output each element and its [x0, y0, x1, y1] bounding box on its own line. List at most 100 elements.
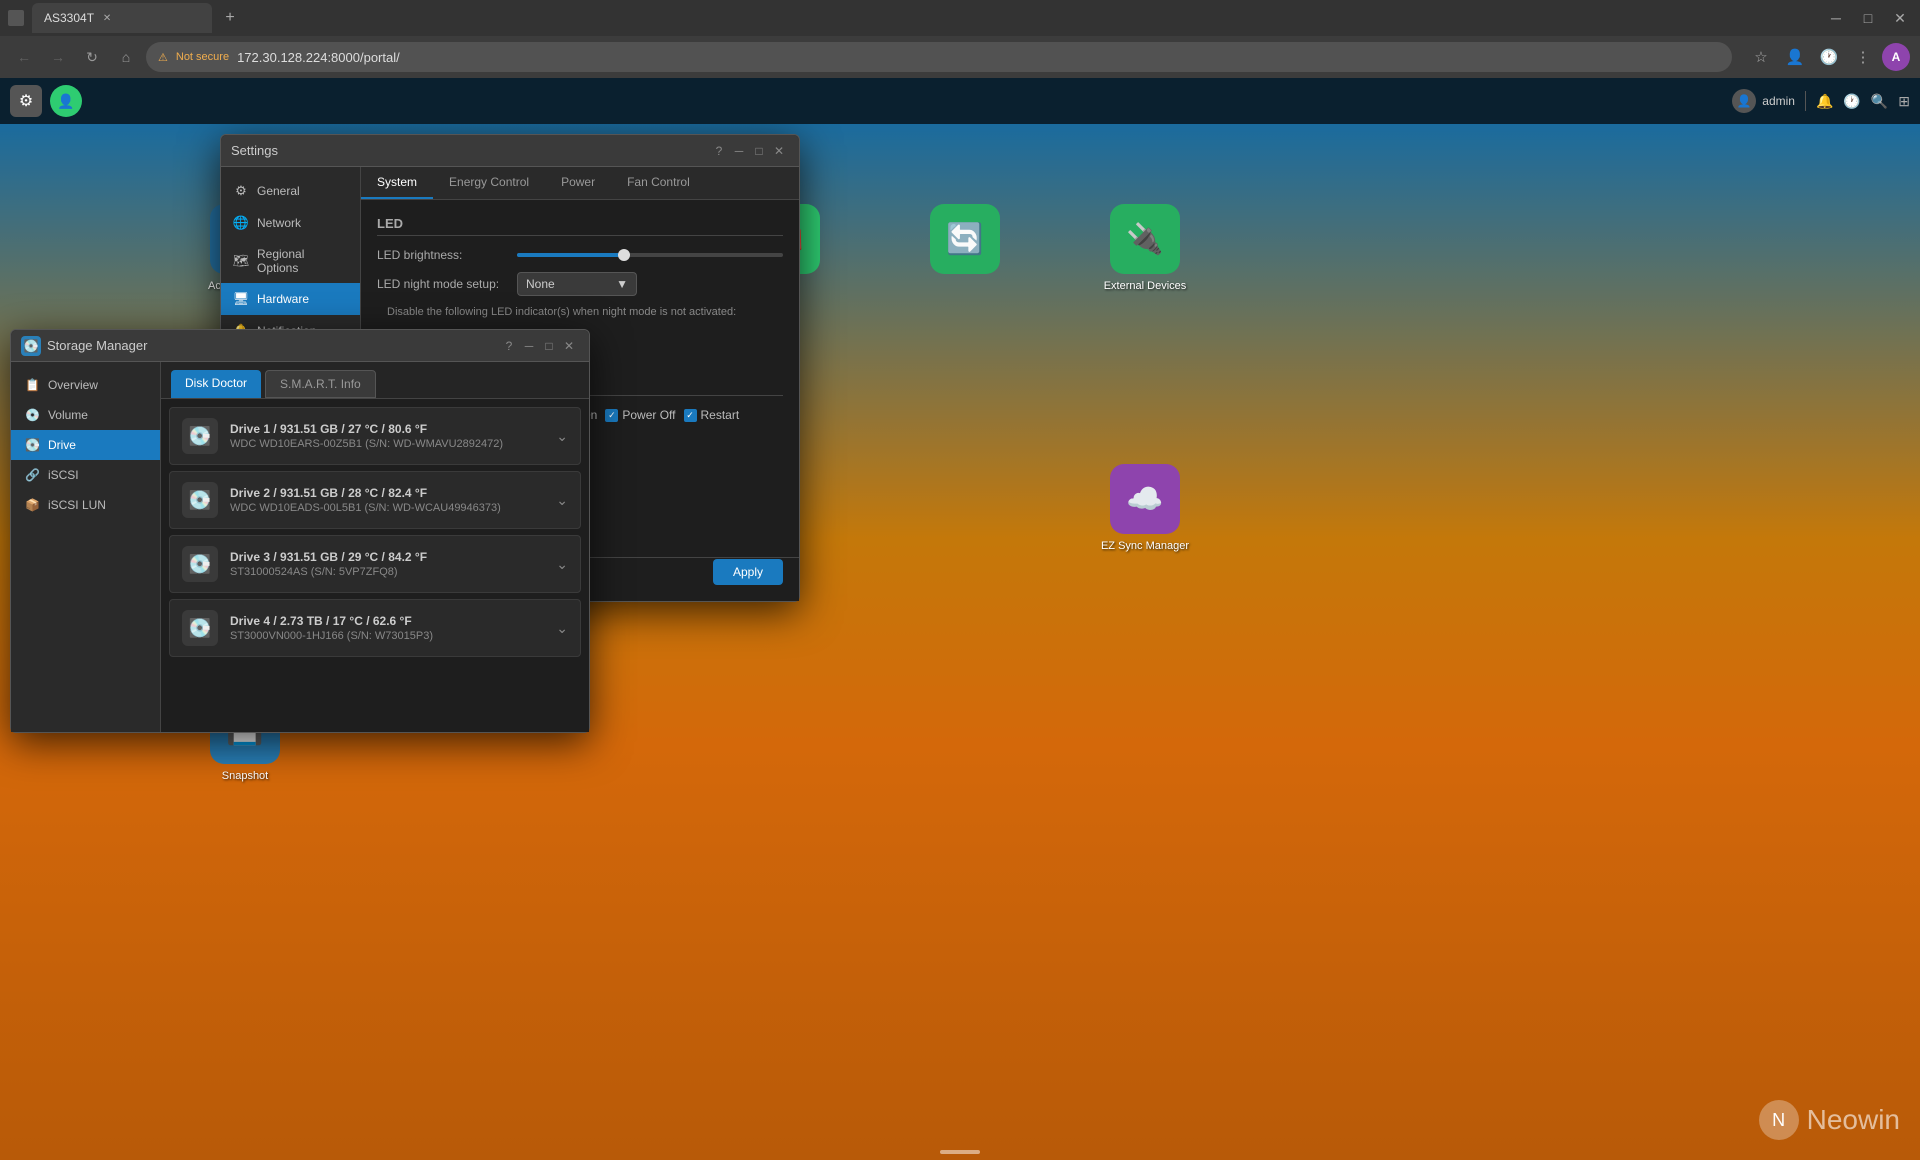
drive-1-icon: 💽 — [182, 418, 218, 454]
led-night-mode-value: None — [526, 277, 555, 291]
settings-restore-btn[interactable]: □ — [749, 141, 769, 161]
page-indicator — [940, 1150, 980, 1154]
storage-close-btn[interactable]: ✕ — [559, 336, 579, 356]
window-controls: ─ □ ✕ — [1824, 6, 1912, 30]
slider-fill — [517, 253, 623, 257]
tab-system[interactable]: System — [361, 167, 433, 199]
led-hint-text: Disable the following LED indicator(s) w… — [387, 306, 783, 318]
drive-4-expand-btn[interactable]: ⌄ — [556, 620, 568, 637]
dropdown-chevron-icon: ▼ — [616, 277, 628, 291]
volume-label: Volume — [48, 408, 88, 422]
tab-fan-control[interactable]: Fan Control — [611, 167, 706, 199]
nas-settings-icon[interactable]: ⚙ — [10, 85, 42, 117]
regional-label: Regional Options — [257, 247, 348, 275]
led-brightness-label: LED brightness: — [377, 248, 507, 262]
iscsi-icon: 🔗 — [25, 468, 40, 482]
lock-icon: ⚠ — [158, 51, 168, 64]
back-button[interactable]: ← — [10, 43, 38, 71]
hardware-label: Hardware — [257, 292, 309, 306]
minimize-btn[interactable]: ─ — [1824, 6, 1848, 30]
drive-item-2: 💽 Drive 2 / 931.51 GB / 28 °C / 82.4 °F … — [169, 471, 581, 529]
storage-minimize-btn[interactable]: ─ — [519, 336, 539, 356]
settings-help-btn[interactable]: ? — [709, 141, 729, 161]
settings-icon[interactable]: ⋮ — [1848, 42, 1878, 72]
led-night-mode-dropdown[interactable]: None ▼ — [517, 272, 637, 296]
settings-minimize-btn[interactable]: ─ — [729, 141, 749, 161]
browser-tab-close-btn[interactable]: ✕ — [100, 11, 114, 25]
browser-actions: ☆ 👤 🕐 ⋮ A — [1746, 42, 1910, 72]
browser-tab[interactable]: AS3304T ✕ — [32, 3, 212, 33]
new-tab-button[interactable]: + — [216, 4, 244, 32]
storage-help-btn[interactable]: ? — [499, 336, 519, 356]
settings-titlebar: Settings ? ─ □ ✕ — [221, 135, 799, 167]
nas-search-icon[interactable]: 🔍 — [1871, 93, 1888, 110]
led-brightness-slider[interactable] — [517, 253, 783, 257]
sidebar-item-network[interactable]: 🌐 Network — [221, 207, 360, 239]
buzzer-restart-box[interactable]: ✓ — [684, 409, 697, 422]
network-icon: 🌐 — [233, 215, 249, 231]
led-section-title: LED — [377, 216, 783, 236]
neowin-text: Neowin — [1807, 1104, 1900, 1136]
slider-thumb[interactable] — [618, 249, 630, 261]
bookmark-icon[interactable]: ☆ — [1746, 42, 1776, 72]
profile-icon[interactable]: 👤 — [1780, 42, 1810, 72]
settings-close-btn[interactable]: ✕ — [769, 141, 789, 161]
url-display[interactable]: 172.30.128.224:8000/portal/ — [237, 50, 1720, 65]
storage-sidebar-overview[interactable]: 📋 Overview — [11, 370, 160, 400]
storage-sidebar-iscsi[interactable]: 🔗 iSCSI — [11, 460, 160, 490]
nas-notifications-icon[interactable]: 🔔 — [1816, 93, 1833, 110]
nas-user-icon[interactable]: 👤 — [50, 85, 82, 117]
refresh-button[interactable]: ↻ — [78, 43, 106, 71]
storage-restore-btn[interactable]: □ — [539, 336, 559, 356]
tab-power[interactable]: Power — [545, 167, 611, 199]
desktop-icon-ez-sync[interactable]: ☁️ EZ Sync Manager — [1100, 464, 1190, 552]
maximize-btn[interactable]: □ — [1856, 6, 1880, 30]
drive-3-subtitle: ST31000524AS (S/N: 5VP7ZFQ8) — [230, 566, 544, 578]
ez-sync-label: EZ Sync Manager — [1101, 540, 1189, 552]
address-bar[interactable]: ⚠ Not secure 172.30.128.224:8000/portal/ — [146, 42, 1732, 72]
drive-item-3: 💽 Drive 3 / 931.51 GB / 29 °C / 84.2 °F … — [169, 535, 581, 593]
storage-sidebar-drive[interactable]: 💽 Drive — [11, 430, 160, 460]
buzzer-restart-label: Restart — [701, 408, 740, 422]
storage-tabs: Disk Doctor S.M.A.R.T. Info — [161, 362, 589, 399]
forward-button[interactable]: → — [44, 43, 72, 71]
buzzer-power-off-box[interactable]: ✓ — [605, 409, 618, 422]
buzzer-restart[interactable]: ✓ Restart — [684, 408, 740, 422]
desktop-icon-app5[interactable]: 🔄 — [920, 204, 1010, 280]
buzzer-power-off[interactable]: ✓ Power Off — [605, 408, 675, 422]
storage-titlebar: 💽 Storage Manager ? ─ □ ✕ — [11, 330, 589, 362]
sidebar-item-hardware[interactable]: 🖥 Hardware — [221, 283, 360, 315]
tab-energy-control[interactable]: Energy Control — [433, 167, 545, 199]
drive-1-expand-btn[interactable]: ⌄ — [556, 428, 568, 445]
iscsi-label: iSCSI — [48, 468, 79, 482]
sidebar-item-general[interactable]: ⚙ General — [221, 175, 360, 207]
nas-clock-icon[interactable]: 🕐 — [1843, 93, 1860, 110]
storage-sidebar-iscsi-lun[interactable]: 📦 iSCSI LUN — [11, 490, 160, 520]
nas-taskbar: ⚙ 👤 👤 admin 🔔 🕐 🔍 ⊞ — [0, 78, 1920, 124]
general-icon: ⚙ — [233, 183, 249, 199]
drive-2-expand-btn[interactable]: ⌄ — [556, 492, 568, 509]
user-profile-button[interactable]: A — [1882, 43, 1910, 71]
browser-chrome: AS3304T ✕ + ─ □ ✕ ← → ↻ ⌂ ⚠ Not secure 1… — [0, 0, 1920, 78]
drive-3-info: Drive 3 / 931.51 GB / 29 °C / 84.2 °F ST… — [230, 550, 544, 578]
taskbar-divider — [1805, 91, 1806, 111]
settings-apply-button[interactable]: Apply — [713, 559, 783, 585]
drive-4-title: Drive 4 / 2.73 TB / 17 °C / 62.6 °F — [230, 614, 544, 628]
nas-grid-icon[interactable]: ⊞ — [1898, 93, 1910, 110]
storage-tab-smart[interactable]: S.M.A.R.T. Info — [265, 370, 376, 398]
history-icon[interactable]: 🕐 — [1814, 42, 1844, 72]
home-button[interactable]: ⌂ — [112, 43, 140, 71]
sidebar-item-regional-options[interactable]: 🗺 Regional Options — [221, 239, 360, 283]
storage-sidebar-volume[interactable]: 💿 Volume — [11, 400, 160, 430]
storage-tab-disk-doctor[interactable]: Disk Doctor — [171, 370, 261, 398]
not-secure-label: Not secure — [176, 51, 229, 63]
nas-user-avatar-icon: 👤 — [1732, 89, 1756, 113]
storage-window-title: Storage Manager — [47, 338, 499, 353]
app5-icon: 🔄 — [930, 204, 1000, 274]
close-btn[interactable]: ✕ — [1888, 6, 1912, 30]
desktop-icon-external-devices[interactable]: 🔌 External Devices — [1100, 204, 1190, 292]
drive-1-title: Drive 1 / 931.51 GB / 27 °C / 80.6 °F — [230, 422, 544, 436]
drive-3-expand-btn[interactable]: ⌄ — [556, 556, 568, 573]
drive-4-info: Drive 4 / 2.73 TB / 17 °C / 62.6 °F ST30… — [230, 614, 544, 642]
neowin-circle-icon: N — [1759, 1100, 1799, 1140]
